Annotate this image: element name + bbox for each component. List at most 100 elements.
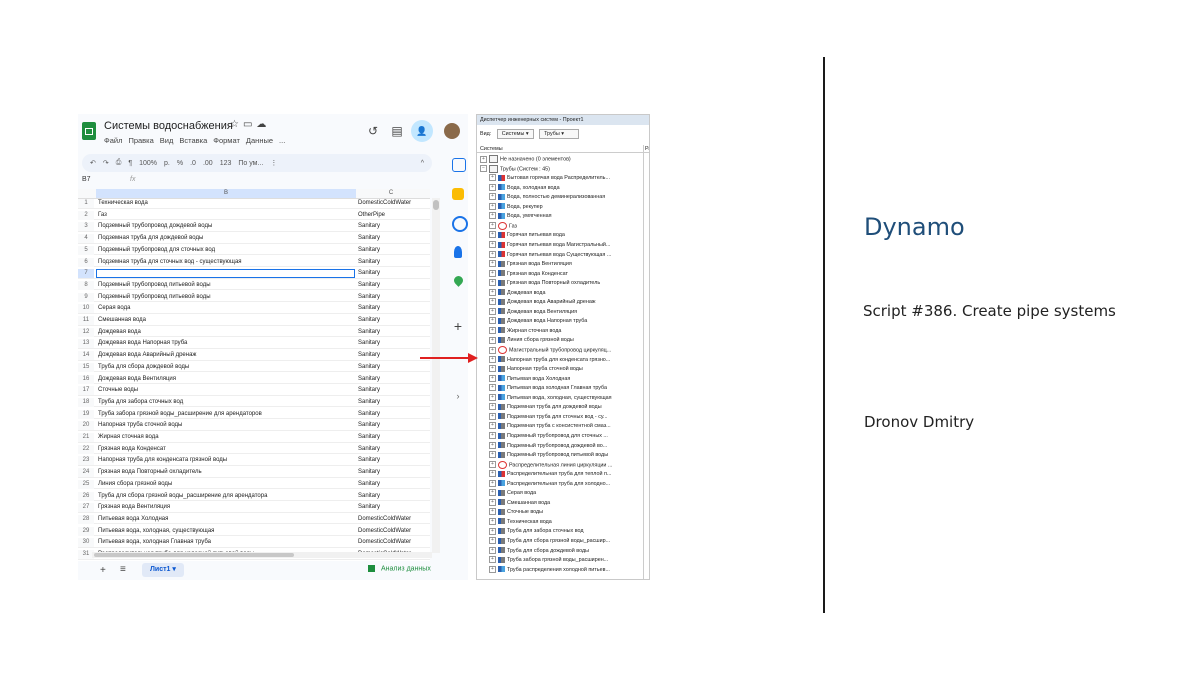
row-number[interactable]: 23 — [78, 456, 94, 466]
expand-icon[interactable]: + — [489, 250, 496, 258]
expand-icon[interactable]: + — [489, 231, 496, 239]
star-icon[interactable]: ☆ — [230, 119, 243, 130]
cell-c[interactable]: Sanitary — [358, 316, 380, 325]
expand-icon[interactable]: + — [489, 441, 496, 449]
tree-item[interactable]: + Подземный трубопровод для сточных ... — [477, 432, 649, 440]
cell-c[interactable]: Sanitary — [358, 480, 380, 489]
tree-item[interactable]: + Жирная сточная вода — [477, 326, 649, 335]
cell-c[interactable]: Sanitary — [358, 456, 380, 465]
expand-icon[interactable]: + — [489, 479, 496, 487]
table-row[interactable]: 11 Смешанная вода Sanitary — [78, 316, 430, 326]
row-number[interactable]: 24 — [78, 468, 94, 478]
menu-insert[interactable]: Вставка — [179, 136, 207, 145]
share-button[interactable]: 👤 — [411, 120, 433, 142]
table-row[interactable]: 24 Грязная вода Повторный охладитель Sanit… — [78, 468, 430, 478]
cell-b[interactable]: Серая вода — [98, 304, 130, 313]
table-row[interactable]: 20 Напорная труба сточной воды Sanitary — [78, 421, 430, 431]
expand-icon[interactable]: + — [489, 365, 496, 373]
data-analysis-button[interactable]: Анализ данных — [368, 565, 431, 572]
expand-icon[interactable]: + — [489, 326, 496, 334]
tree-item[interactable]: + Вода, полностью деминерализованная — [477, 193, 649, 201]
menu-format[interactable]: Формат — [213, 136, 240, 145]
cell-b[interactable]: Дождевая вода Напорная труба — [98, 339, 187, 348]
cell-c[interactable]: OtherPipe — [358, 211, 385, 220]
sheet-tab[interactable]: Лист1 ▾ — [142, 563, 184, 577]
tree-item[interactable]: + Не назначено (0 элементов) — [477, 155, 648, 163]
cell-b[interactable]: Подземная труба для сточных вод - сущест… — [98, 258, 242, 267]
expand-icon[interactable]: + — [489, 241, 496, 249]
row-number[interactable]: 12 — [78, 327, 94, 337]
tree-item[interactable]: − Трубы (Систем : 45) — [477, 164, 648, 173]
expand-icon[interactable]: + — [489, 470, 496, 478]
table-row[interactable]: 19 Труба забора грязной воды_расширение д… — [78, 409, 430, 420]
cell-c[interactable]: Sanitary — [358, 503, 380, 512]
tree-item[interactable]: + Горячая питьевая вода — [477, 231, 649, 239]
cell-b[interactable]: Смешанная вода — [98, 316, 146, 325]
tree-item[interactable]: + Смешанная вода — [477, 498, 649, 507]
tree-item[interactable]: + Техническая вода — [477, 517, 649, 526]
expand-icon[interactable]: + — [489, 565, 496, 573]
cell-c[interactable]: Sanitary — [358, 339, 380, 348]
tree-item[interactable]: + Распределительная линия циркуляции ... — [477, 460, 649, 469]
table-row[interactable]: 10 Серая вода Sanitary — [78, 304, 430, 314]
table-row[interactable]: 27 Грязная вода Вентиляция Sanitary — [78, 503, 430, 513]
menu-edit[interactable]: Правка — [128, 136, 153, 145]
history-icon[interactable]: ↺ — [364, 122, 382, 140]
expand-icon[interactable]: + — [489, 498, 496, 506]
tree-item[interactable]: + Сточные воды — [477, 508, 649, 516]
decrease-decimal-button[interactable]: .0 — [190, 160, 196, 167]
expand-icon[interactable]: + — [489, 461, 496, 469]
avatar[interactable] — [444, 123, 460, 139]
cell-b[interactable]: Труба забора грязной воды_расширение для… — [98, 410, 262, 419]
add-sheet-button[interactable]: + — [100, 565, 106, 576]
view-dropdown[interactable]: Системы ▾ — [496, 129, 534, 139]
expand-icon[interactable]: + — [489, 403, 496, 411]
cell-c[interactable]: Sanitary — [358, 293, 380, 302]
collapse-icon[interactable]: − — [480, 165, 487, 173]
row-number[interactable]: 6 — [78, 257, 94, 267]
row-number[interactable]: 28 — [78, 514, 94, 524]
expand-icon[interactable]: + — [489, 260, 496, 268]
row-number[interactable]: 29 — [78, 526, 94, 536]
tree-item[interactable]: + Подземная труба для сточных вод - су... — [477, 412, 649, 421]
cell-b[interactable]: Напорная труба сточной воды — [98, 421, 182, 430]
column-header-b[interactable]: B — [96, 189, 356, 198]
table-row[interactable]: 3 Подземный трубопровод дождевой воды Sani… — [78, 222, 430, 232]
expand-icon[interactable]: + — [489, 269, 496, 277]
cell-c[interactable]: Sanitary — [358, 421, 380, 430]
selected-cell[interactable] — [96, 269, 355, 279]
table-row[interactable]: 14 Дождевая вода Аварийный дренаж Sanitary — [78, 351, 430, 361]
menu-more[interactable]: ... — [279, 136, 285, 145]
cell-b[interactable]: Техническая вода — [98, 199, 148, 208]
cell-c[interactable]: Sanitary — [358, 433, 380, 442]
table-row[interactable]: 22 Грязная вода Конденсат Sanitary — [78, 444, 430, 455]
cell-c[interactable]: Sanitary — [358, 375, 380, 384]
row-number[interactable]: 25 — [78, 479, 94, 489]
expand-icon[interactable]: + — [489, 451, 496, 459]
cell-b[interactable]: Питьевая вода Холодная — [98, 515, 168, 524]
expand-panel-icon[interactable]: › — [452, 390, 464, 402]
tree-item[interactable]: + Дождевая вода Вентиляция — [477, 307, 649, 316]
cell-b[interactable]: Труба для сбора грязной воды_расширение … — [98, 492, 267, 501]
row-number[interactable]: 3 — [78, 222, 94, 232]
row-number[interactable]: 27 — [78, 503, 94, 513]
cell-b[interactable]: Питьевая вода, холодная, существующая — [98, 527, 214, 536]
filter-dropdown[interactable]: Трубы ▾ — [539, 129, 579, 139]
expand-icon[interactable]: + — [489, 355, 496, 363]
collapse-toolbar-icon[interactable]: ^ — [421, 160, 424, 167]
cell-c[interactable]: Sanitary — [358, 492, 380, 501]
tree-item[interactable]: + Питьевая вода холодная Главная труба — [477, 384, 649, 392]
cell-c[interactable]: Sanitary — [358, 363, 380, 372]
tree-item[interactable]: + Подземная труба с консистентной смаз... — [477, 422, 649, 430]
undo-icon[interactable]: ↶ — [90, 159, 96, 167]
document-title[interactable]: Системы водоснабжения — [104, 120, 233, 132]
row-number[interactable]: 13 — [78, 339, 94, 349]
expand-icon[interactable]: + — [489, 222, 496, 230]
expand-icon[interactable]: + — [489, 393, 496, 401]
row-number[interactable]: 16 — [78, 374, 94, 384]
cell-b[interactable]: Напорная труба для конденсата грязной во… — [98, 456, 227, 465]
expand-icon[interactable]: + — [489, 384, 496, 392]
tree-item[interactable]: + Распределительная труба для холодно... — [477, 479, 649, 488]
tree-item[interactable]: + Газ — [477, 221, 649, 230]
cell-c[interactable]: Sanitary — [358, 304, 380, 313]
